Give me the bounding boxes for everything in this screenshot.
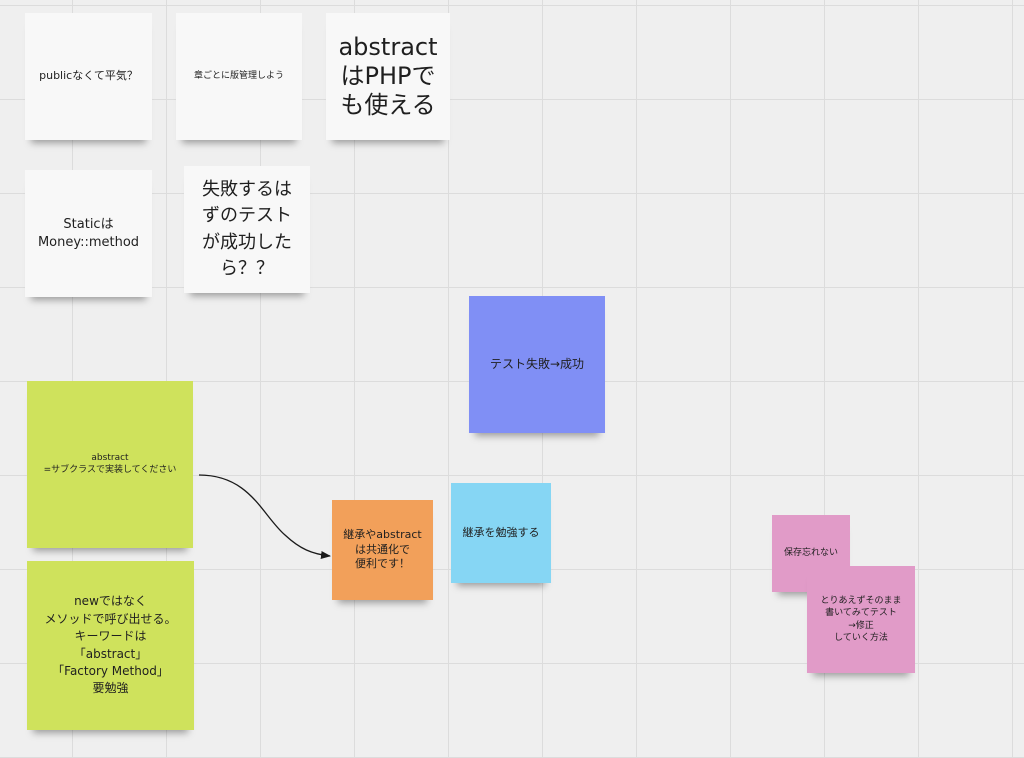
- sticky-note-inheritance-abstract[interactable]: 継承やabstract は共通化で 便利です！: [332, 500, 433, 600]
- sticky-note-abstract-subclass[interactable]: abstract =サブクラスで実装してください: [27, 381, 193, 548]
- sticky-note-static-method[interactable]: Staticは Money::method: [25, 170, 152, 297]
- sticky-note-abstract-php[interactable]: abstract はPHPで も使える: [326, 13, 450, 140]
- sticky-note-text: 保存忘れない: [783, 548, 838, 559]
- sticky-note-text: publicなくて平気？: [39, 69, 138, 83]
- sticky-note-text: テスト失敗→成功: [489, 357, 585, 372]
- sticky-note-failing-test[interactable]: 失敗するは ずのテスト が成功した ら？？: [184, 166, 310, 293]
- whiteboard-canvas[interactable]: publicなくて平気？ 章ごとに版管理しよう abstract はPHPで も…: [0, 0, 1024, 758]
- sticky-note-text: Staticは Money::method: [37, 216, 140, 250]
- sticky-note-text: 章ごとに版管理しよう: [193, 71, 284, 82]
- sticky-note-text: 継承を勉強する: [462, 525, 540, 539]
- sticky-note-text: abstract =サブクラスで実装してください: [43, 452, 177, 475]
- sticky-note-text: とりあえずそのまま 書いてみてテスト →修正 していく方法: [820, 596, 902, 643]
- sticky-note-text: abstract はPHPで も使える: [338, 33, 438, 119]
- sticky-note-study-inheritance[interactable]: 継承を勉強する: [451, 483, 551, 583]
- sticky-note-factory-method[interactable]: newではなく メソッドで呼び出せる。 キーワードは 「abstract」 「F…: [27, 561, 194, 730]
- sticky-note-version-control[interactable]: 章ごとに版管理しよう: [176, 13, 302, 140]
- sticky-note-text: newではなく メソッドで呼び出せる。 キーワードは 「abstract」 「F…: [44, 594, 177, 696]
- sticky-note-test-fail-success[interactable]: テスト失敗→成功: [469, 296, 605, 433]
- sticky-note-public[interactable]: publicなくて平気？: [25, 13, 152, 140]
- sticky-note-text: 継承やabstract は共通化で 便利です！: [343, 527, 422, 571]
- sticky-note-text: 失敗するは ずのテスト が成功した ら？？: [202, 179, 292, 279]
- sticky-note-write-test-fix[interactable]: とりあえずそのまま 書いてみてテスト →修正 していく方法: [807, 566, 915, 673]
